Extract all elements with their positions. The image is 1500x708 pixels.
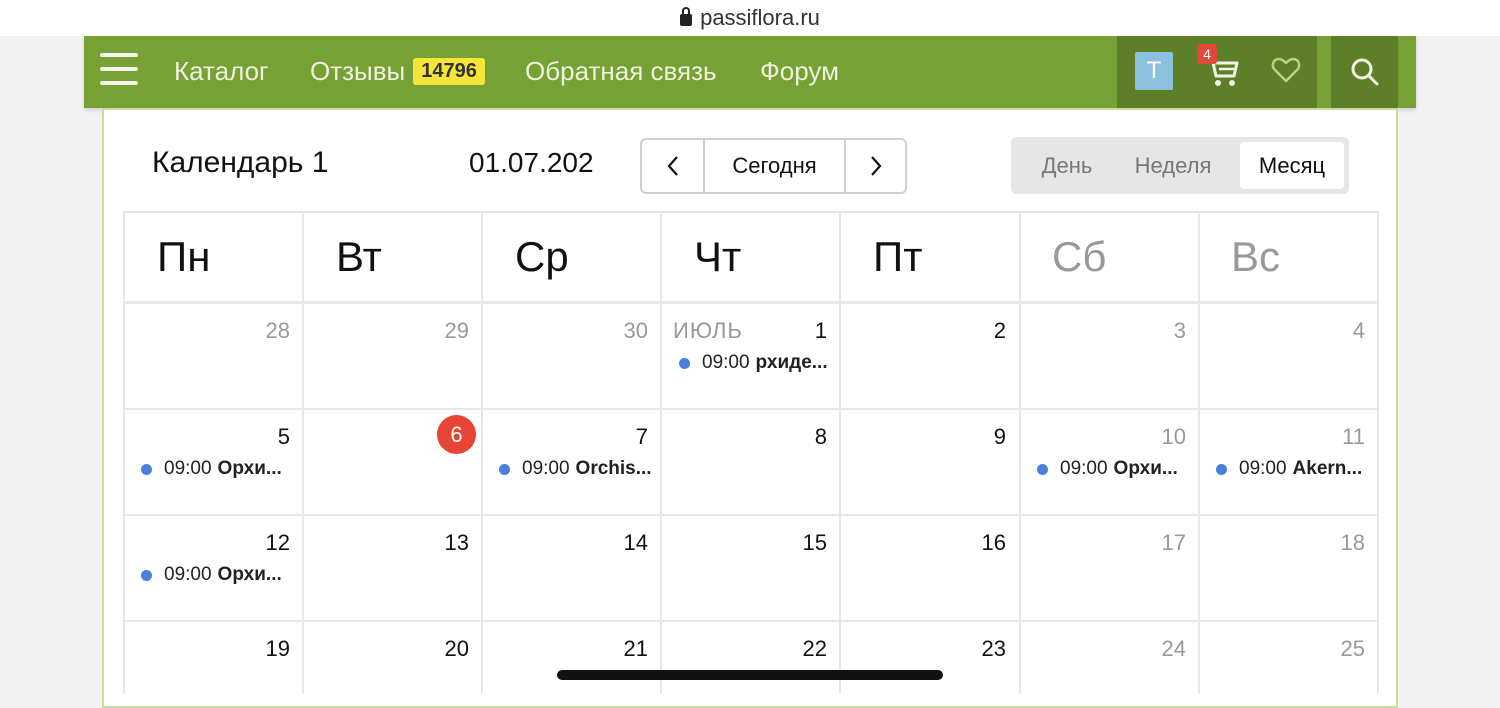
date-navigation: Сегодня [640,138,907,194]
nav-link-catalog[interactable]: Каталог [174,56,269,87]
weekday-header: Вт [336,233,382,280]
event-time: 09:00 [1239,458,1287,479]
grid-line [123,301,1378,304]
view-switcher: День Неделя Месяц [1011,137,1349,194]
day-number[interactable]: 18 [1305,530,1365,556]
day-number[interactable]: 8 [767,424,827,450]
hamburger-icon[interactable] [100,53,138,85]
day-number[interactable]: 2 [946,318,1006,344]
event-name: Орхи... [217,458,282,479]
nav-link-reviews[interactable]: Отзывы 14796 [310,56,485,88]
search-button[interactable] [1331,36,1398,108]
grid-line [123,514,1378,516]
event-name: Orchis... [575,458,652,479]
day-number[interactable]: 21 [588,636,648,662]
day-number[interactable]: 20 [409,636,469,662]
url-text: passiflora.ru [700,5,820,30]
grid-line [123,620,1378,622]
day-number[interactable]: 13 [409,530,469,556]
nav-link-feedback[interactable]: Обратная связь [525,56,717,87]
month-label: ИЮЛЬ [673,318,743,343]
chevron-right-icon [870,156,881,176]
nav-link-label: Обратная связь [525,56,717,86]
day-number[interactable]: 7 [588,424,648,450]
search-icon [1351,58,1378,86]
day-number[interactable]: 16 [946,530,1006,556]
today-button[interactable]: Сегодня [705,140,846,192]
view-month-button[interactable]: Месяц [1240,142,1344,189]
event-time: 09:00 [164,458,212,479]
day-number[interactable]: 4 [1305,318,1365,344]
day-number[interactable]: 29 [409,318,469,344]
day-number[interactable]: 25 [1305,636,1365,662]
calendar-event[interactable]: 09:00 Орхи... [141,458,282,480]
home-indicator[interactable] [557,670,943,680]
weekday-header: Ср [515,233,569,280]
event-name: Akern... [1292,458,1363,479]
day-number[interactable]: 9 [946,424,1006,450]
browser-url-bar[interactable]: passiflora.ru [0,0,1500,36]
calendar-event[interactable]: 09:00 Akern... [1216,458,1362,480]
day-number[interactable]: 11 [1305,424,1365,450]
site-nav-bar: Каталог Отзывы 14796 Обратная связь Форум… [84,36,1416,108]
reviews-count-badge: 14796 [413,58,485,85]
chevron-left-icon [667,156,678,176]
event-time: 09:00 [1060,458,1108,479]
day-number[interactable]: 23 [946,636,1006,662]
nav-link-label: Форум [760,56,839,86]
lock-icon [680,7,693,26]
event-time: 09:00 [164,564,212,585]
avatar[interactable]: Т [1135,52,1173,90]
nav-link-label: Каталог [174,56,269,86]
day-number[interactable]: 17 [1126,530,1186,556]
calendar-event[interactable]: 09:00 Орхи... [141,564,282,586]
weekday-header: Сб [1052,233,1107,280]
next-button[interactable] [846,140,905,192]
weekday-header: Пн [157,233,211,280]
nav-link-forum[interactable]: Форум [760,56,839,87]
day-number[interactable]: 24 [1126,636,1186,662]
event-name: Орхи... [217,564,282,585]
day-number[interactable]: 15 [767,530,827,556]
event-dot [499,463,510,475]
day-number[interactable]: 10 [1126,424,1186,450]
day-number[interactable]: 1 [767,318,827,344]
weekday-header: Вс [1231,233,1281,280]
nav-link-label: Отзывы [310,56,406,86]
cart-count-badge: 4 [1197,44,1217,64]
weekday-header: Пт [873,233,923,280]
day-number[interactable]: 28 [230,318,290,344]
event-dot [1037,463,1048,475]
calendar-event[interactable]: 09:00 Orchis... [499,458,652,480]
day-number[interactable]: 12 [230,530,290,556]
day-number[interactable]: 3 [1126,318,1186,344]
event-dot [141,569,152,581]
event-time: 09:00 [702,352,750,373]
event-time: 09:00 [522,458,570,479]
calendar-event[interactable]: 09:00 Орхи... [1037,458,1178,480]
day-number[interactable]: 30 [588,318,648,344]
view-day-button[interactable]: День [1017,142,1117,189]
view-week-button[interactable]: Неделя [1117,142,1229,189]
prev-button[interactable] [642,140,705,192]
current-date: 01.07.202 [469,147,594,178]
day-number[interactable]: 5 [230,424,290,450]
event-dot [679,357,690,369]
event-dot [141,463,152,475]
event-name: Орхи... [1113,458,1178,479]
day-number[interactable]: 19 [230,636,290,662]
heart-icon[interactable] [1270,54,1302,86]
today-marker[interactable]: 6 [437,415,476,454]
event-dot [1216,463,1227,475]
grid-line [123,408,1378,410]
day-number[interactable]: 14 [588,530,648,556]
weekday-header: Чт [694,233,742,280]
calendar-event[interactable]: 09:00 рхиде... [679,352,828,374]
calendar-title: Календарь 1 [152,146,329,179]
event-name: рхиде... [755,352,828,373]
day-number[interactable]: 22 [767,636,827,662]
